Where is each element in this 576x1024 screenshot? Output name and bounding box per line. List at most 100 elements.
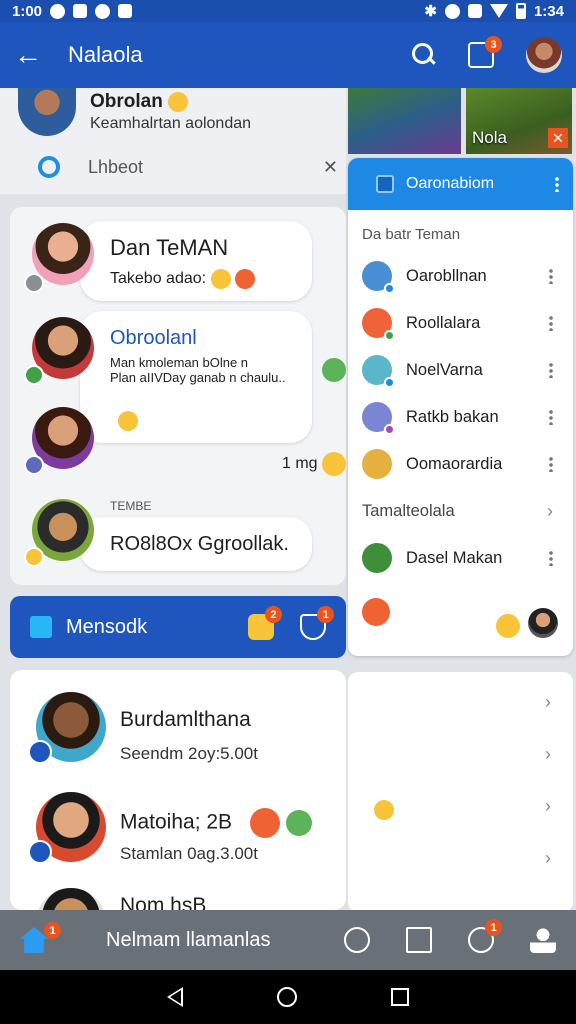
avatar [362,355,395,388]
secondary-panel: › › › › [348,672,573,912]
chat-icon[interactable]: 1 [468,919,502,953]
list-item[interactable]: Nom hsB [10,878,346,910]
chevron-right-icon[interactable]: › [545,848,551,869]
app-bar: ← Nalaola 3 [0,22,576,88]
list-item[interactable]: Matoiha; 2B Stamlan 0ag.3.00t [10,778,346,878]
smile-emoji-icon [496,614,520,638]
checklist-icon[interactable] [406,927,432,953]
status-icon [24,455,44,475]
bottom-nav-label: Nelmam llamanlas [106,928,271,951]
angry-emoji-icon [234,269,255,289]
status-icon [24,547,44,567]
more-icon[interactable] [549,550,553,566]
recents-icon[interactable] [391,988,409,1006]
home-button-icon[interactable] [277,987,297,1007]
chat-feed: Dan TeMAN Takebo adao: Obroolanl Man kmo… [10,207,346,585]
page-title: Nalaola [68,42,143,67]
more-icon[interactable] [549,456,553,472]
emoji-icon [322,452,346,476]
avatar[interactable] [528,608,558,638]
clock-icon[interactable] [344,927,370,953]
status-dot-icon [384,424,395,435]
home-badge: 1 [44,922,61,939]
menu-bar[interactable]: Mensodk 2 1 [10,596,346,658]
chat-bubble[interactable]: Obroolanl Man kmoleman bOlne n Plan aIIV… [80,311,312,443]
chevron-right-icon[interactable]: › [545,796,551,817]
bluetooth-icon: ✱ [424,3,437,20]
status-icon [24,273,44,293]
back-icon[interactable] [167,987,183,1007]
close-icon[interactable]: ✕ [323,157,338,178]
section-label: Tamalteolala [362,501,455,520]
contact-name: Nom hsB [120,894,207,910]
avatar [362,449,392,479]
chat-title: Dan TeMAN [110,235,229,260]
search-icon[interactable] [408,40,438,70]
avatar [362,543,392,573]
more-icon[interactable] [549,268,553,284]
menu-label: Mensodk [66,615,148,638]
heart-emoji-icon [118,411,138,431]
more-icon[interactable] [555,176,559,192]
sync-status-icon [95,3,111,19]
heart-emoji-icon [374,800,394,820]
more-icon[interactable] [549,409,553,425]
app-status-icon [73,4,88,18]
contact-name: NoelVarna [406,360,483,379]
search-input[interactable]: Lhbeot [88,157,323,178]
chevron-right-icon[interactable]: › [547,501,553,522]
avatar[interactable] [18,88,76,136]
contact-name: Oomaorardia [406,454,503,473]
vibrate-icon [467,4,482,18]
status-time-left: 1:00 [12,2,43,20]
game-thumbnail[interactable]: Nola ✕ [466,88,572,154]
profile-icon[interactable] [530,927,556,953]
chat-bubble[interactable]: RO8l8Ox Ggroollak. [80,517,312,571]
gift-icon[interactable]: 2 [248,606,282,640]
game-thumbnail[interactable] [348,88,461,154]
devil-emoji-icon [362,598,390,626]
contact-row[interactable]: Oomaorardia [348,441,573,487]
check-icon [322,358,346,382]
chevron-right-icon[interactable]: › [545,744,551,765]
alarm-icon [444,3,460,19]
chevron-right-icon[interactable]: › [545,692,551,713]
contact-row[interactable]: Oarobllnan [348,253,573,299]
money-emoji-icon [285,810,312,836]
status-dot-icon [384,330,395,341]
close-icon[interactable]: ✕ [548,128,568,148]
messenger-status-icon [50,3,66,19]
more-icon[interactable] [549,362,553,378]
status-dot-icon [384,377,395,388]
shield-badge: 1 [317,606,334,623]
panel-title: Oaronabiom [406,175,495,192]
contact-name: Oarobllnan [406,266,487,285]
back-arrow-icon[interactable]: ← [14,39,54,71]
chat-bubble[interactable]: Dan TeMAN Takebo adao: [80,221,312,301]
laugh-emoji-icon [210,269,231,289]
smile-emoji-icon [168,91,189,112]
contact-row[interactable]: Dasel Makan [348,535,573,581]
contact-status: Seendm 2oy:5.00t [120,744,258,763]
contact-status: Stamlan 0ag.3.00t [120,844,258,863]
avatar [362,308,395,341]
online-icon [24,365,44,385]
contact-row[interactable]: Roollalara [348,300,573,346]
wifi-icon [489,4,508,18]
search-bar[interactable]: Lhbeot ✕ [38,156,338,178]
profile-avatar[interactable] [526,37,562,73]
section-row[interactable]: Tamalteolala › [348,488,573,534]
chat-title: Obroolanl [110,327,197,349]
notification-status-icon [118,4,133,18]
status-dot-icon [384,283,395,294]
list-item[interactable]: Burdamlthana Seendm 2oy:5.00t [10,678,346,778]
notifications-icon[interactable]: 3 [468,36,502,68]
contact-name: Roollalara [406,313,481,332]
more-icon[interactable] [549,315,553,331]
contact-row[interactable]: NoelVarna [348,347,573,393]
shield-icon[interactable]: 1 [300,606,334,640]
search-icon [38,156,60,178]
notification-badge: 3 [485,36,502,53]
status-icon [28,740,52,764]
contact-row[interactable]: Ratkb bakan [348,394,573,440]
